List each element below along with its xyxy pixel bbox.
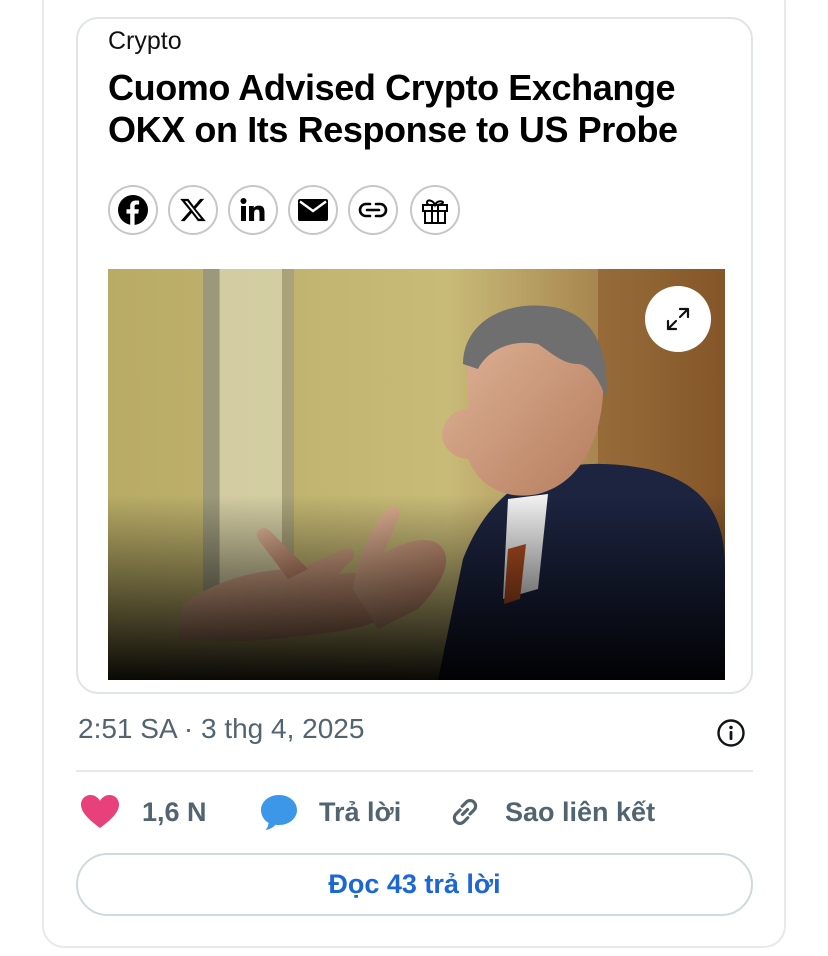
link-icon — [452, 799, 478, 825]
divider — [76, 770, 753, 772]
copy-link-label: Sao liên kết — [505, 796, 656, 827]
expand-image-button[interactable] — [645, 286, 711, 352]
read-replies-button[interactable]: Đọc 43 trả lời — [76, 853, 753, 916]
reply-label: Trả lời — [319, 796, 402, 827]
reply-bubble-icon — [261, 795, 297, 830]
linkedin-icon — [240, 198, 265, 221]
facebook-icon — [118, 195, 148, 225]
mail-icon — [298, 199, 328, 221]
cuomo-photo-illustration — [108, 269, 725, 680]
article-link-card[interactable]: Crypto Cuomo Advised Crypto Exchange OKX… — [76, 17, 753, 694]
link-icon — [358, 202, 388, 218]
info-button[interactable] — [716, 718, 746, 753]
copy-link-button[interactable]: Sao liên kết — [447, 790, 655, 834]
linkedin-share-button[interactable] — [228, 185, 278, 235]
expand-icon — [666, 307, 690, 331]
gift-icon — [422, 199, 448, 224]
like-button[interactable]: 1,6 N — [80, 790, 207, 834]
post-timestamp[interactable]: 2:51 SA · 3 thg 4, 2025 — [78, 713, 364, 745]
like-count: 1,6 N — [142, 796, 207, 827]
gift-share-button[interactable] — [410, 185, 460, 235]
x-share-button[interactable] — [168, 185, 218, 235]
article-category: Crypto — [108, 27, 182, 55]
article-headline[interactable]: Cuomo Advised Crypto Exchange OKX on Its… — [108, 67, 738, 151]
info-icon — [717, 719, 745, 747]
x-icon — [180, 198, 206, 222]
article-photo[interactable] — [108, 269, 725, 680]
email-share-button[interactable] — [288, 185, 338, 235]
facebook-share-button[interactable] — [108, 185, 158, 235]
copy-link-share-button[interactable] — [348, 185, 398, 235]
reply-button[interactable]: Trả lời — [259, 790, 401, 834]
heart-icon — [81, 795, 119, 828]
